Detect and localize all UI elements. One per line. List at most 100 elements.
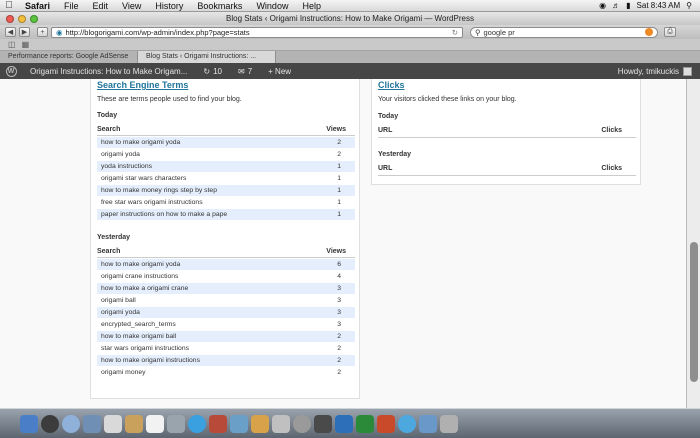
address-bar[interactable]: ◉ http://blogorigami.com/wp-admin/index.… — [51, 26, 463, 38]
views: 2 — [337, 151, 341, 158]
time-machine-icon[interactable] — [272, 414, 290, 433]
volume-icon[interactable]: ♬ — [612, 1, 620, 10]
comment-icon: ✉ — [238, 66, 245, 76]
browser-toolbar: ◀ ▶ + ◉ http://blogorigami.com/wp-admin/… — [0, 25, 700, 39]
window-title: Blog Stats ‹ Origami Instructions: How t… — [226, 14, 474, 23]
trash-icon[interactable] — [440, 414, 458, 433]
site-name-link[interactable]: Origami Instructions: How to Make Origam… — [22, 67, 195, 76]
add-bookmark-button[interactable]: + — [37, 27, 48, 37]
address-book-icon[interactable] — [125, 414, 143, 433]
today-table: how to make origami yoda 2 origami yoda 2 … — [97, 137, 355, 221]
table-row: origami crane instructions 4 — [97, 271, 355, 283]
search-terms-title[interactable]: Search Engine Terms — [97, 80, 188, 90]
dashboard-icon[interactable] — [41, 414, 59, 433]
term: yoda instructions — [101, 163, 153, 170]
menu-edit[interactable]: Edit — [86, 1, 116, 11]
term: how to make origami instructions — [101, 357, 200, 364]
table-row: how to make money rings step by step 1 — [97, 185, 355, 197]
site-favicon-icon: ◉ — [56, 27, 63, 37]
ichat-icon[interactable] — [104, 414, 122, 433]
views: 3 — [337, 321, 341, 328]
views: 2 — [337, 369, 341, 376]
col-views: Views — [326, 248, 346, 255]
excel-icon[interactable] — [356, 414, 374, 433]
downloads-stack-icon[interactable] — [419, 414, 437, 433]
menu-file[interactable]: File — [57, 1, 86, 11]
iphoto-icon[interactable] — [230, 414, 248, 433]
table-row: origami money 2 — [97, 367, 355, 379]
today-table-header: Search Views — [97, 126, 355, 136]
printer-icon: ⎙ — [667, 28, 673, 35]
term: origami yoda — [101, 309, 140, 316]
battery-icon[interactable]: ▮ — [626, 1, 630, 10]
clicks-today-header: URL Clicks — [378, 127, 636, 138]
clock[interactable]: Sat 8:43 AM — [637, 1, 681, 10]
new-content-link[interactable]: + New — [260, 67, 299, 76]
term: how to make money rings step by step — [101, 187, 217, 194]
updates-link[interactable]: ↻ 10 — [195, 67, 230, 76]
menu-view[interactable]: View — [115, 1, 148, 11]
menu-help[interactable]: Help — [295, 1, 328, 11]
reload-icon[interactable]: ↻ — [452, 28, 458, 37]
top-sites-icon[interactable]: ▦ — [22, 40, 30, 49]
scrollbar-thumb[interactable] — [690, 242, 698, 382]
table-row: origami ball 3 — [97, 295, 355, 307]
term: how to make origami yoda — [101, 139, 181, 146]
vertical-scrollbar[interactable] — [686, 79, 700, 408]
account-menu[interactable]: Howdy, tmikuckis — [617, 66, 700, 76]
table-row: paper instructions on how to make a pape… — [97, 209, 355, 221]
table-row: yoda instructions 1 — [97, 161, 355, 173]
photo-booth-icon[interactable] — [209, 414, 227, 433]
col-clicks: Clicks — [601, 165, 622, 172]
back-button[interactable]: ◀ — [5, 27, 16, 37]
ical-icon[interactable] — [146, 414, 164, 433]
print-button[interactable]: ⎙ — [664, 27, 676, 37]
spotlight-icon[interactable]: ⚲ — [686, 1, 692, 10]
col-url: URL — [378, 127, 393, 134]
mail-icon[interactable] — [83, 414, 101, 433]
skype-icon[interactable] — [398, 414, 416, 433]
views: 1 — [337, 211, 341, 218]
search-field[interactable]: ⚲ google pr — [470, 26, 658, 38]
preview-icon[interactable] — [167, 414, 185, 433]
safari-icon[interactable] — [62, 414, 80, 433]
reading-list-icon[interactable]: ◫ — [8, 40, 16, 49]
tab-adsense[interactable]: Performance reports: Google AdSense — [0, 51, 138, 63]
comments-link[interactable]: ✉ 7 — [230, 67, 260, 76]
term: free star wars origami instructions — [101, 199, 203, 206]
search-terms-panel: Search Engine Terms These are terms peop… — [90, 79, 360, 399]
avatar — [683, 66, 692, 76]
clicks-title[interactable]: Clicks — [378, 80, 405, 90]
system-preferences-icon[interactable] — [293, 414, 311, 433]
search-go-icon[interactable] — [645, 28, 653, 36]
menu-bookmarks[interactable]: Bookmarks — [190, 1, 249, 11]
garageband-icon[interactable] — [251, 414, 269, 433]
dock — [0, 408, 700, 438]
table-row: encrypted_search_terms 3 — [97, 319, 355, 331]
term: origami yoda — [101, 151, 140, 158]
menu-history[interactable]: History — [148, 1, 190, 11]
terminal-icon[interactable] — [314, 414, 332, 433]
search-icon: ⚲ — [475, 27, 481, 37]
clicks-today-heading: Today — [378, 113, 399, 120]
col-url: URL — [378, 165, 393, 172]
itunes-icon[interactable] — [188, 414, 206, 433]
plus-icon: + — [40, 28, 45, 36]
word-icon[interactable] — [335, 414, 353, 433]
finder-icon[interactable] — [20, 414, 38, 433]
menu-window[interactable]: Window — [249, 1, 295, 11]
term: origami crane instructions — [101, 273, 179, 280]
tab-blog-stats[interactable]: Blog Stats ‹ Origami Instructions: ... — [138, 51, 276, 63]
table-row: how to make origami yoda 2 — [97, 137, 355, 149]
today-heading: Today — [97, 112, 118, 119]
term: how to make a origami crane — [101, 285, 189, 292]
wifi-icon[interactable]: ◉ — [599, 1, 606, 10]
search-terms-description: These are terms people used to find your… — [97, 96, 242, 103]
powerpoint-icon[interactable] — [377, 414, 395, 433]
views: 1 — [337, 187, 341, 194]
apple-icon[interactable]:  — [0, 0, 18, 11]
forward-button[interactable]: ▶ — [19, 27, 30, 37]
wp-logo-button[interactable]: W — [0, 63, 22, 79]
howdy-text: Howdy, tmikuckis — [617, 66, 679, 76]
menu-app-name[interactable]: Safari — [18, 1, 57, 11]
